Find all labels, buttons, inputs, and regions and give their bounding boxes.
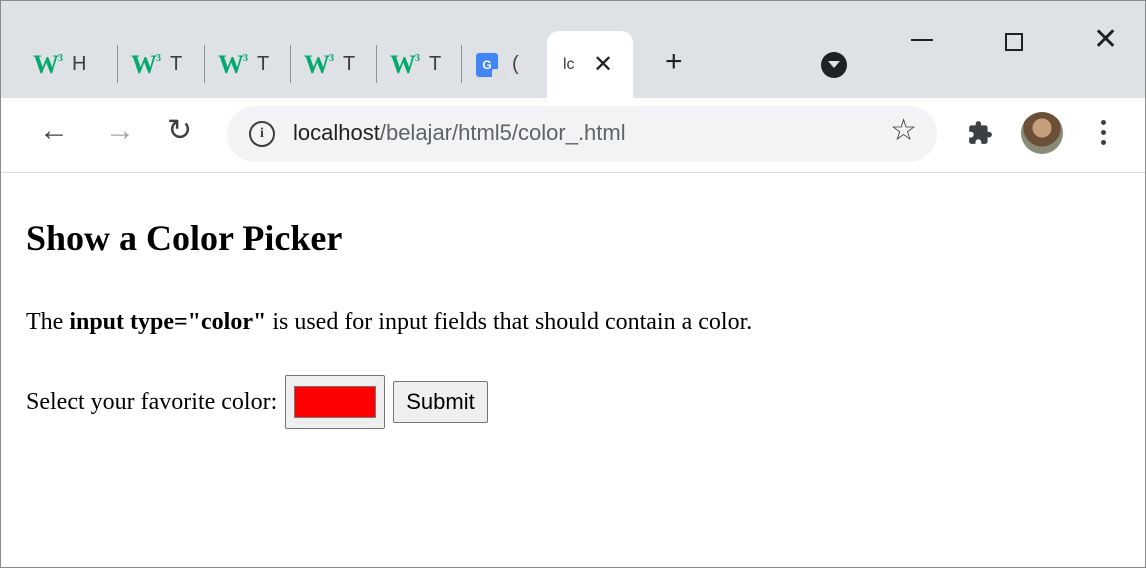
browser-tab[interactable]: W3 T xyxy=(272,31,357,98)
tab-search-icon[interactable] xyxy=(821,52,847,78)
w3schools-icon: W3 xyxy=(390,49,420,79)
favorite-color-label: Select your favorite color: xyxy=(26,388,278,415)
info-icon[interactable]: i xyxy=(249,121,275,147)
color-form: Select your favorite color: Submit xyxy=(26,375,488,429)
tab-strip: W3 H W3 T W3 T W3 T W3 T G ( lc ✕ + ✕ xyxy=(1,1,1145,98)
url-path: /belajar/html5/color_.html xyxy=(379,120,626,145)
extensions-puzzle-icon[interactable] xyxy=(967,120,993,151)
forward-arrow-icon[interactable]: → xyxy=(105,116,135,146)
maximize-icon[interactable] xyxy=(1005,33,1023,51)
back-arrow-icon[interactable]: ← xyxy=(39,116,69,146)
browser-tab[interactable]: W3 H xyxy=(1,31,86,98)
google-translate-icon: G xyxy=(476,52,506,81)
profile-avatar[interactable] xyxy=(1021,112,1063,154)
page-content: Show a Color Picker The input type="colo… xyxy=(1,173,1145,567)
browser-tab[interactable]: W3 T xyxy=(358,31,443,98)
bookmark-star-icon[interactable]: ☆ xyxy=(890,116,917,146)
page-heading: Show a Color Picker xyxy=(26,218,343,258)
w3schools-icon: W3 xyxy=(218,49,248,79)
tab-title: T xyxy=(257,53,270,75)
browser-window: W3 H W3 T W3 T W3 T W3 T G ( lc ✕ + ✕ ← … xyxy=(0,0,1146,568)
browser-toolbar: ← → ↻ i localhost/belajar/html5/color_.h… xyxy=(1,98,1145,173)
browser-tab[interactable]: W3 T xyxy=(186,31,271,98)
close-icon[interactable]: ✕ xyxy=(593,52,613,77)
tab-title: ( xyxy=(512,53,519,75)
minimize-icon[interactable] xyxy=(911,39,933,41)
desc-prefix: The xyxy=(26,309,70,335)
w3schools-icon: W3 xyxy=(131,49,161,79)
tab-title: lc xyxy=(563,55,575,73)
new-tab-button[interactable]: + xyxy=(665,47,683,77)
url-text[interactable]: localhost/belajar/html5/color_.html xyxy=(293,120,626,146)
browser-tab[interactable]: W3 T xyxy=(99,31,184,98)
tab-title: T xyxy=(343,53,356,75)
url-host: localhost xyxy=(293,120,380,145)
color-swatch xyxy=(294,386,377,418)
w3schools-icon: W3 xyxy=(304,49,334,79)
kebab-menu-icon[interactable] xyxy=(1101,120,1106,150)
active-tab[interactable]: lc ✕ xyxy=(547,31,633,98)
w3schools-icon: W3 xyxy=(33,49,63,79)
submit-button[interactable]: Submit xyxy=(393,381,488,423)
desc-bold: input type="color" xyxy=(69,309,267,335)
reload-icon[interactable]: ↻ xyxy=(167,116,192,146)
desc-suffix: is used for input fields that should con… xyxy=(266,309,753,335)
color-picker-input[interactable] xyxy=(285,375,386,429)
description: The input type="color" is used for input… xyxy=(26,309,752,336)
window-close-icon[interactable]: ✕ xyxy=(1093,25,1118,55)
tab-title: H xyxy=(72,53,86,75)
browser-tab[interactable]: G ( xyxy=(444,31,526,98)
tab-title: T xyxy=(170,53,183,75)
address-bar[interactable]: i localhost/belajar/html5/color_.html ☆ xyxy=(227,106,937,162)
tab-title: T xyxy=(429,53,442,75)
